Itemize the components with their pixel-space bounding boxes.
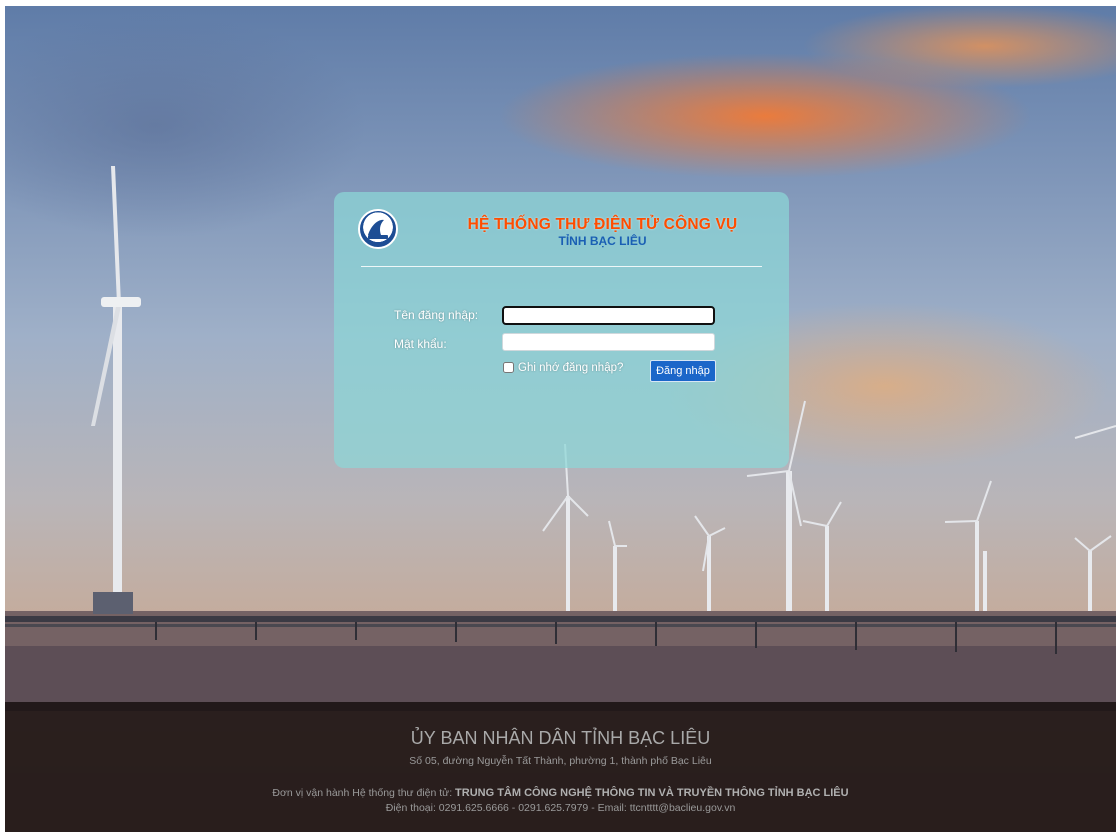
footer-operator-name: TRUNG TÂM CÔNG NGHỆ THÔNG TIN VÀ TRUYỀN … (455, 787, 849, 799)
footer: ỦY BAN NHÂN DÂN TỈNH BẠC LIÊU Số 05, đườ… (5, 702, 1116, 832)
footer-operator: Đơn vị vận hành Hệ thống thư điện tử: TR… (5, 787, 1116, 799)
password-input[interactable] (502, 333, 715, 351)
login-panel: HỆ THỐNG THƯ ĐIỆN TỬ CÔNG VỤ TỈNH BẠC LI… (334, 192, 789, 468)
username-input[interactable] (502, 306, 715, 325)
footer-organization: ỦY BAN NHÂN DÂN TỈNH BẠC LIÊU (410, 728, 711, 748)
remember-me-label: Ghi nhớ đăng nhập? (518, 362, 624, 374)
login-button[interactable]: Đăng nhập (650, 360, 716, 382)
province-subtitle: TỈNH BẠC LIÊU (558, 234, 647, 248)
bac-lieu-emblem-icon (358, 209, 398, 249)
footer-operator-prefix: Đơn vị vận hành Hệ thống thư điện tử: (272, 787, 456, 799)
footer-contact: Điện thoại: 0291.625.6666 - 0291.625.797… (385, 802, 736, 814)
footer-address: Số 05, đường Nguyễn Tất Thành, phường 1,… (409, 755, 712, 767)
password-label: Mật khẩu: (394, 337, 447, 351)
system-title: HỆ THỐNG THƯ ĐIỆN TỬ CÔNG VỤ (467, 216, 738, 233)
remember-me-checkbox[interactable] (503, 362, 514, 373)
username-label: Tên đăng nhập: (394, 308, 479, 322)
header-divider (361, 266, 762, 267)
